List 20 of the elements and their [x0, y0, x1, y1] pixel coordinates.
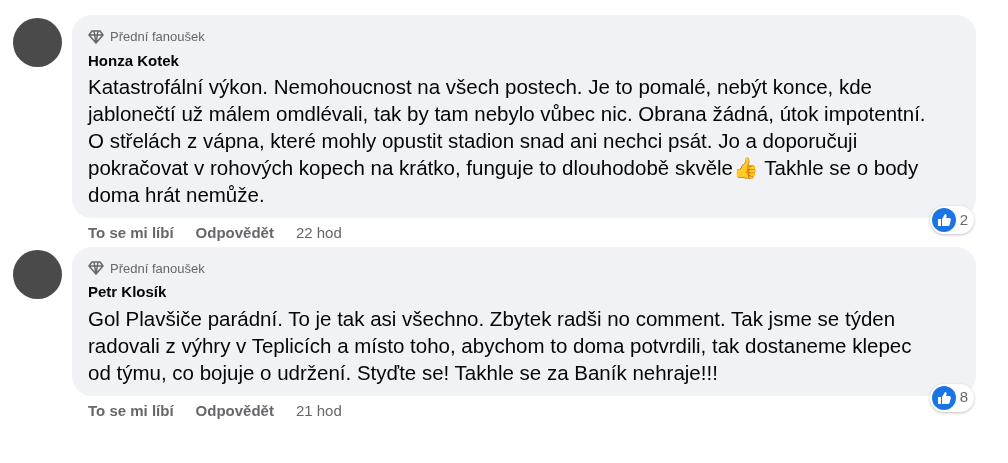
avatar-photo-placeholder[interactable]: [13, 249, 62, 299]
reply-link[interactable]: Odpovědět: [195, 222, 274, 245]
diamond-icon: [88, 261, 104, 276]
fan-label: Přední fanoušek: [110, 28, 205, 46]
avatar-photo-placeholder[interactable]: [13, 18, 62, 67]
thumbs-up-icon: [931, 385, 956, 410]
reply-link[interactable]: Odpovědět: [195, 399, 274, 422]
timestamp[interactable]: 22 hod: [295, 222, 342, 245]
diamond-icon: [88, 29, 104, 44]
comment-text: Katastrofální výkon. Nemohoucnost na všech postech. Je to pomalé, nebýt konce, kde jablonečtí už málem omdlévali, tak by tam nebylo vůbec nic. Obrana žádná, útok impotentní. O střelách z vápna, které mohly opustit stadion snad ani nechci psát. Jo a doporučuji pokračovat v rohových kopech na krátko, funguje to dlouhodobě skvěle👍 Takhle se o body doma hrát nemůže.: [88, 74, 927, 208]
timestamp[interactable]: 21 hod: [295, 399, 342, 422]
thumbs-up-icon: [931, 208, 956, 232]
author-name[interactable]: Petr Klosík: [88, 281, 167, 304]
reaction-count-badge[interactable]: 2: [929, 206, 974, 234]
author-name[interactable]: Honza Kotek: [88, 49, 179, 72]
reaction-count-badge[interactable]: 8: [929, 383, 974, 412]
comment-text: Gol Plavšiče parádní. To je tak asi všechno. Zbytek radši no comment. Tak jsme se týden radovali z výhry v Teplicích a místo toho, abychom to doma potvrdili, tak dostaneme klepec od týmu, co bojuje o udržení. Styďte se! Takhle se za Baník nehraje!!!: [88, 305, 913, 386]
like-link[interactable]: To se mi líbí: [88, 399, 174, 422]
fan-label: Přední fanoušek: [110, 259, 205, 278]
like-link[interactable]: To se mi líbí: [88, 222, 174, 245]
